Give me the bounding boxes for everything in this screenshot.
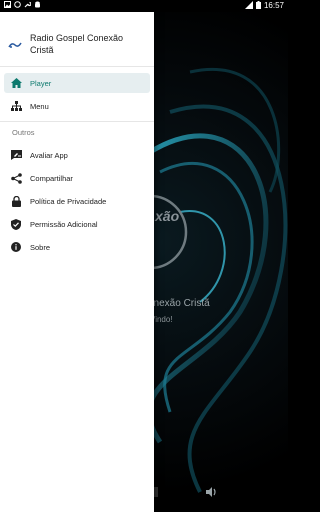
nav-item-avaliar-app[interactable]: Avaliar App [4,145,150,165]
play-button-edge[interactable] [154,487,158,497]
verified-shield-icon [10,218,22,230]
nav-item-label: Permissão Adicional [30,219,98,229]
nav-item-sobre[interactable]: Sobre [4,237,150,257]
status-icons-left [4,1,41,8]
nav-item-label: Compartilhar [30,173,73,183]
android-icon [34,1,41,8]
battery-icon [255,1,261,11]
gallery-icon [4,1,11,8]
nav-item-label: Política de Privacidade [30,196,107,206]
sitemap-icon [10,100,22,112]
station-logo-text: xão [155,208,180,224]
app-logo-icon [8,37,22,48]
status-time: 16:57 [263,1,284,10]
nav-item-compartilhar[interactable]: Compartilhar [4,168,150,188]
nav-item-label: Sobre [30,242,51,252]
drawer-divider [0,121,154,122]
navigation-drawer: Radio Gospel Conexão Cristã Player Menu … [0,12,154,512]
status-bar: 16:57 [0,0,288,12]
home-icon [10,77,22,89]
wrench-icon [24,1,32,8]
nav-item-label: Menu [30,101,49,111]
rate-review-icon [10,149,22,161]
nav-item-politica-privacidade[interactable]: Política de Privacidade [4,191,150,211]
section-label-outros: Outros [12,128,35,137]
nav-item-menu[interactable]: Menu [4,96,150,116]
sync-icon [14,1,21,8]
app-title: Radio Gospel Conexão Cristã [30,33,124,55]
nav-item-label: Player [30,78,52,88]
share-icon [10,172,22,184]
drawer-header: Radio Gospel Conexão Cristã [0,12,154,67]
info-icon [10,241,22,253]
nav-item-label: Avaliar App [30,150,68,160]
station-name: onexão Cristã [148,298,210,309]
nav-item-permissao-adicional[interactable]: Permissão Adicional [4,214,150,234]
nav-item-player[interactable]: Player [4,73,150,93]
signal-icon [244,1,253,11]
lock-icon [10,195,22,207]
